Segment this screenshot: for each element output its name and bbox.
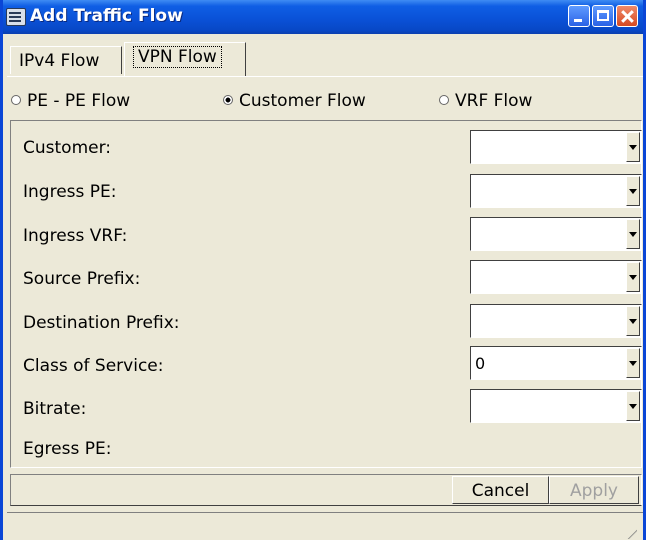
radio-label: VRF Flow [455,91,533,111]
radio-icon [223,95,233,105]
title-bar[interactable]: Add Traffic Flow [3,0,643,34]
minimize-icon[interactable] [568,5,590,27]
tab-label: VPN Flow [133,46,222,68]
customer-label: Customer: [23,138,112,158]
ingress-vrf-label: Ingress VRF: [23,226,128,246]
tab-ipv4-flow[interactable]: IPv4 Flow [10,46,122,74]
dropdown-arrow-icon[interactable] [626,176,640,206]
class-of-service-select[interactable]: 0 [470,346,642,380]
ingress-vrf-select[interactable] [470,217,642,251]
radio-customer-flow[interactable]: Customer Flow [223,91,366,111]
tab-divider [7,76,643,77]
dropdown-arrow-icon[interactable] [626,348,640,378]
bitrate-label: Bitrate: [23,399,87,419]
egress-pe-label: Egress PE: [23,439,112,459]
button-bar: Cancel Apply [10,474,642,506]
add-traffic-flow-window: Add Traffic Flow IPv4 Flow VPN Flow PE -… [0,0,646,540]
destination-prefix-select[interactable] [470,304,642,338]
ingress-pe-select[interactable] [470,174,642,208]
resize-grip-icon[interactable] [625,527,637,539]
dropdown-arrow-icon[interactable] [626,306,640,336]
source-prefix-select[interactable] [470,260,642,294]
flow-form-panel: Customer: Ingress PE: Ingress VRF: Sourc… [10,120,642,468]
window-title: Add Traffic Flow [30,6,183,26]
destination-prefix-label: Destination Prefix: [23,313,180,333]
radio-icon [11,95,21,105]
radio-icon [439,95,449,105]
class-of-service-label: Class of Service: [23,356,164,376]
bitrate-select[interactable] [470,389,642,423]
ingress-pe-label: Ingress PE: [23,182,117,202]
class-of-service-value: 0 [475,354,486,373]
dropdown-arrow-icon[interactable] [626,132,640,162]
cancel-button[interactable]: Cancel [452,476,549,504]
dropdown-arrow-icon[interactable] [626,391,640,421]
radio-label: Customer Flow [239,91,366,111]
close-icon[interactable] [616,5,638,27]
tab-vpn-flow[interactable]: VPN Flow [124,42,246,76]
radio-pe-pe-flow[interactable]: PE - PE Flow [11,91,130,111]
tab-label: IPv4 Flow [19,51,100,71]
customer-select[interactable] [470,130,642,164]
dropdown-arrow-icon[interactable] [626,219,640,249]
status-bar [7,512,643,540]
source-prefix-label: Source Prefix: [23,269,141,289]
apply-button[interactable]: Apply [549,476,639,504]
maximize-icon[interactable] [592,5,614,27]
app-icon [6,8,26,26]
dropdown-arrow-icon[interactable] [626,262,640,292]
radio-label: PE - PE Flow [27,91,131,111]
radio-vrf-flow[interactable]: VRF Flow [439,91,532,111]
